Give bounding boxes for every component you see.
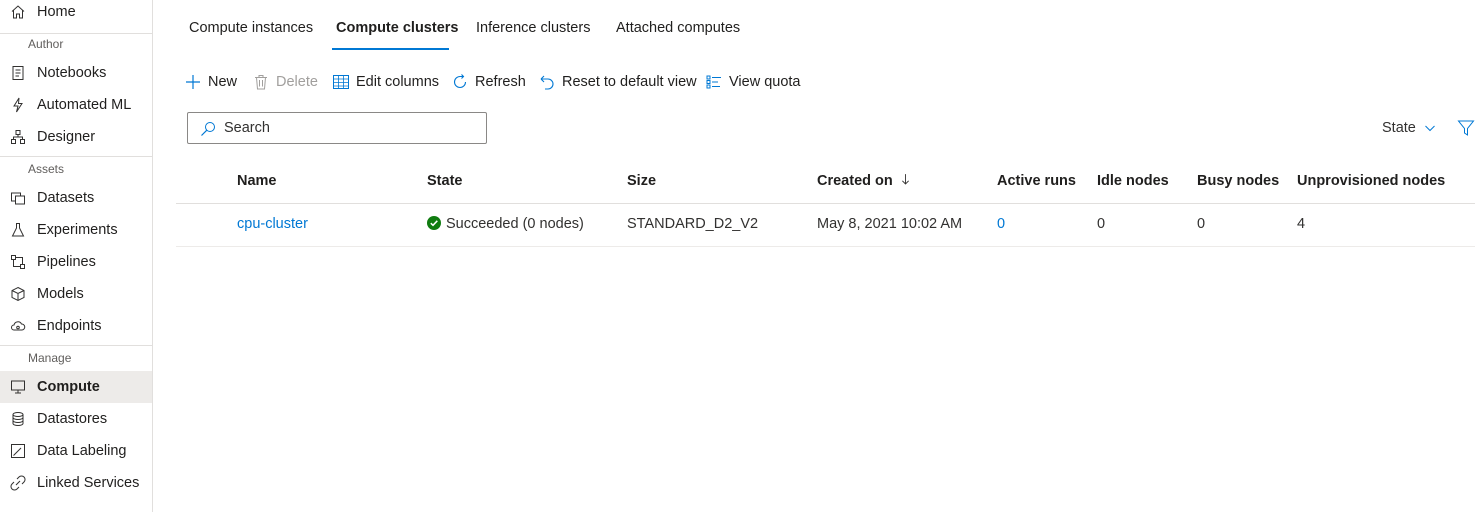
notebook-icon — [12, 66, 24, 80]
refresh-label: Refresh — [475, 74, 526, 90]
column-header-name[interactable]: Name — [237, 173, 277, 189]
sidebar-item-label: Automated ML — [37, 97, 132, 113]
sidebar-item-label: Designer — [37, 129, 96, 145]
delete-button-label: Delete — [276, 74, 318, 90]
tab-inference-clusters[interactable]: Inference clusters — [476, 20, 590, 40]
database-icon — [12, 412, 24, 426]
sidebar-item-pipelines[interactable]: Pipelines — [0, 246, 152, 278]
cluster-active-runs-link[interactable]: 0 — [997, 216, 1005, 232]
sidebar-item-datastores[interactable]: Datastores — [0, 403, 152, 435]
active-tab-indicator — [332, 48, 449, 50]
new-button[interactable]: New — [184, 70, 237, 94]
section-label-author: Author — [28, 37, 64, 51]
table-header-divider — [176, 203, 1475, 204]
sidebar-item-label: Datasets — [37, 190, 95, 206]
plus-icon — [186, 75, 200, 89]
success-check-icon — [427, 216, 441, 230]
sidebar-item-label: Models — [37, 286, 84, 302]
sort-descending-icon — [901, 174, 909, 185]
state-filter-label: State — [1382, 120, 1416, 136]
cluster-idle-nodes: 0 — [1097, 216, 1106, 232]
sidebar-item-home[interactable]: Home — [0, 0, 152, 28]
tab-compute-clusters[interactable]: Compute clusters — [336, 20, 458, 40]
undo-icon — [540, 75, 554, 90]
sidebar-item-label: Data Labeling — [37, 443, 127, 459]
sidebar-item-data-labeling[interactable]: Data Labeling — [0, 435, 152, 467]
sidebar-item-designer[interactable]: Designer — [0, 121, 152, 153]
filter-icon[interactable] — [1457, 119, 1475, 137]
column-header-size[interactable]: Size — [627, 173, 656, 189]
flask-icon — [11, 223, 25, 237]
sidebar-item-label: Compute — [37, 379, 100, 395]
sidebar: Home Author Notebooks Automated ML Desig… — [0, 0, 153, 512]
endpoint-cloud-icon — [11, 321, 26, 331]
sidebar-item-label: Linked Services — [37, 475, 140, 491]
section-label-assets: Assets — [28, 162, 65, 176]
state-filter-dropdown[interactable]: State — [1382, 118, 1436, 138]
refresh-button[interactable]: Refresh — [451, 70, 526, 94]
cluster-state: Succeeded (0 nodes) — [427, 216, 584, 232]
chevron-down-icon — [1425, 125, 1435, 132]
edit-columns-label: Edit columns — [356, 74, 440, 90]
sidebar-divider — [0, 33, 152, 34]
app-root: Home Author Notebooks Automated ML Desig… — [0, 0, 1475, 512]
sidebar-item-endpoints[interactable]: Endpoints — [0, 310, 152, 342]
search-input[interactable] — [224, 117, 474, 139]
table-row-divider — [176, 246, 1475, 247]
new-button-label: New — [208, 74, 238, 90]
sidebar-item-notebooks[interactable]: Notebooks — [0, 57, 152, 89]
view-quota-label: View quota — [729, 74, 801, 90]
search-box[interactable] — [187, 112, 487, 144]
column-header-idle-nodes[interactable]: Idle nodes — [1097, 173, 1169, 189]
sidebar-item-datasets[interactable]: Datasets — [0, 182, 152, 214]
column-header-unprovisioned-nodes[interactable]: Unprovisioned nodes — [1297, 173, 1445, 189]
cluster-unprovisioned-nodes: 4 — [1297, 216, 1306, 232]
monitor-icon — [11, 380, 25, 394]
cluster-name-link[interactable]: cpu-cluster — [237, 216, 308, 232]
trash-icon — [255, 75, 267, 90]
edit-columns-button[interactable]: Edit columns — [332, 70, 439, 94]
tab-compute-instances[interactable]: Compute instances — [189, 20, 313, 40]
sidebar-item-models[interactable]: Models — [0, 278, 152, 310]
sidebar-divider — [0, 345, 152, 346]
sidebar-item-linked-services[interactable]: Linked Services — [0, 467, 152, 499]
home-icon — [11, 5, 25, 19]
sidebar-item-label: Endpoints — [37, 318, 102, 334]
designer-icon — [11, 130, 25, 144]
sidebar-item-label: Pipelines — [37, 254, 96, 270]
tab-attached-computes[interactable]: Attached computes — [616, 20, 740, 40]
sidebar-item-label: Experiments — [37, 222, 118, 238]
label-edit-icon — [11, 444, 25, 458]
section-label-manage: Manage — [28, 351, 72, 365]
list-quota-icon — [706, 75, 721, 89]
lightning-icon — [13, 97, 23, 113]
search-icon — [201, 122, 215, 136]
sidebar-item-compute[interactable]: Compute — [0, 371, 152, 403]
created-on-label: Created on — [817, 173, 893, 189]
column-header-created-on[interactable]: Created on — [817, 173, 910, 189]
column-header-state[interactable]: State — [427, 173, 462, 189]
table-columns-icon — [333, 75, 349, 89]
link-icon — [10, 475, 26, 491]
cluster-state-text: Succeeded (0 nodes) — [446, 216, 584, 232]
reset-view-label: Reset to default view — [562, 74, 697, 90]
sidebar-item-automated-ml[interactable]: Automated ML — [0, 89, 152, 121]
pipeline-icon — [11, 255, 25, 269]
sidebar-item-label: Datastores — [37, 411, 108, 427]
refresh-icon — [453, 74, 467, 89]
cube-icon — [11, 286, 25, 302]
cluster-size: STANDARD_D2_V2 — [627, 216, 759, 232]
dataset-icon — [11, 192, 25, 205]
cluster-created-on: May 8, 2021 10:02 AM — [817, 216, 963, 232]
sidebar-item-experiments[interactable]: Experiments — [0, 214, 152, 246]
delete-button[interactable]: Delete — [252, 70, 318, 94]
cluster-busy-nodes: 0 — [1197, 216, 1206, 232]
view-quota-button[interactable]: View quota — [705, 70, 800, 94]
sidebar-item-label: Notebooks — [37, 65, 107, 81]
reset-default-view-button[interactable]: Reset to default view — [538, 70, 697, 94]
column-header-busy-nodes[interactable]: Busy nodes — [1197, 173, 1279, 189]
sidebar-item-label: Home — [37, 4, 76, 20]
column-header-active-runs[interactable]: Active runs — [997, 173, 1076, 189]
sidebar-divider — [0, 156, 152, 157]
